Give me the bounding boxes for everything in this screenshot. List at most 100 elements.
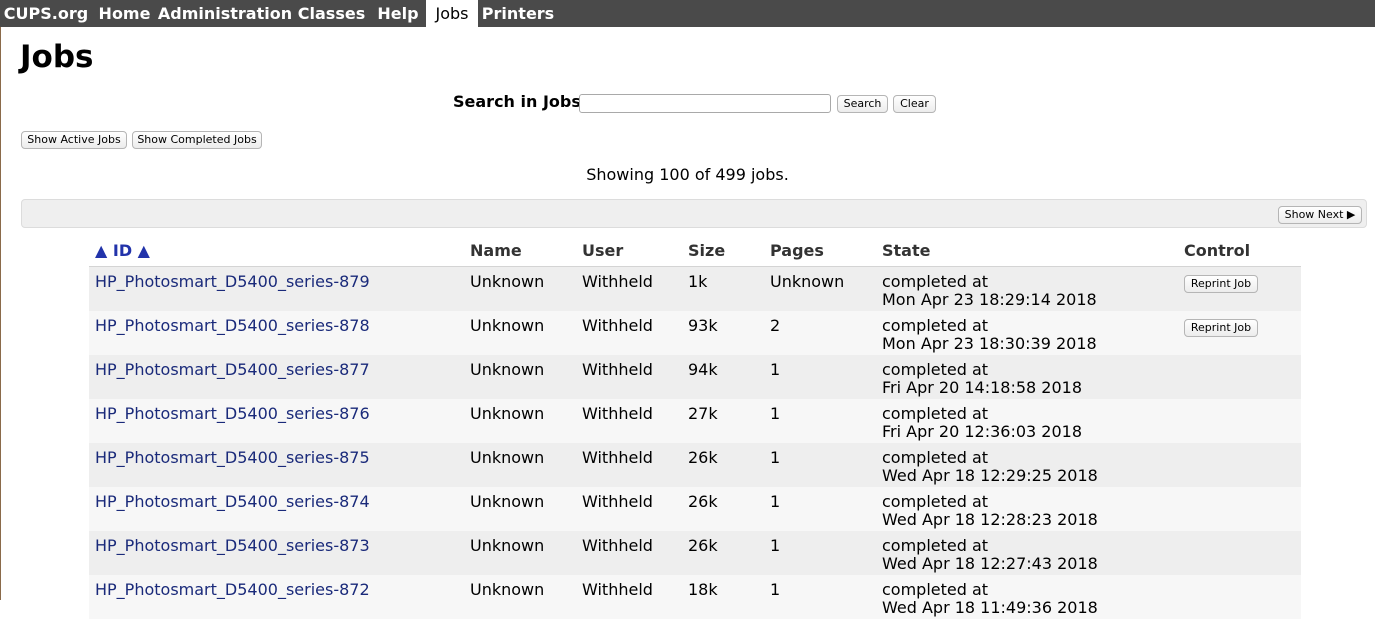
- job-user-cell: Withheld: [576, 311, 682, 355]
- job-state-time: Fri Apr 20 12:36:03 2018: [882, 422, 1083, 441]
- job-size-cell: 27k: [682, 399, 764, 443]
- job-name-cell: Unknown: [464, 266, 576, 311]
- job-id-link[interactable]: HP_Photosmart_D5400_series-872: [95, 580, 370, 599]
- nav-help[interactable]: Help: [370, 0, 426, 27]
- search-label: Search in Jobs:: [453, 92, 588, 111]
- job-state-label: completed at: [882, 404, 989, 423]
- job-state-time: Mon Apr 23 18:29:14 2018: [882, 290, 1097, 309]
- show-next-button[interactable]: Show Next ▶: [1278, 206, 1362, 224]
- job-state-cell: completed at Fri Apr 20 12:36:03 2018: [876, 399, 1178, 443]
- job-user-cell: Withheld: [576, 443, 682, 487]
- job-state-time: Fri Apr 20 14:18:58 2018: [882, 378, 1083, 397]
- job-state-time: Wed Apr 18 11:49:36 2018: [882, 598, 1098, 617]
- table-row: HP_Photosmart_D5400_series-873 Unknown W…: [89, 531, 1301, 575]
- nav-classes[interactable]: Classes: [293, 0, 370, 27]
- nav-jobs[interactable]: Jobs: [426, 0, 478, 27]
- job-control-cell: [1178, 355, 1301, 399]
- job-state-time: Mon Apr 23 18:30:39 2018: [882, 334, 1097, 353]
- job-state-label: completed at: [882, 492, 989, 511]
- job-pages-cell: Unknown: [764, 266, 876, 311]
- job-name-cell: Unknown: [464, 531, 576, 575]
- job-name-cell: Unknown: [464, 399, 576, 443]
- column-header-state: State: [876, 238, 1178, 267]
- job-id-cell: HP_Photosmart_D5400_series-876: [89, 399, 464, 443]
- job-id-link[interactable]: HP_Photosmart_D5400_series-876: [95, 404, 370, 423]
- nav-cups-org[interactable]: CUPS.org: [0, 0, 92, 27]
- nav-home[interactable]: Home: [92, 0, 157, 27]
- search-input[interactable]: [579, 94, 831, 113]
- job-state-label: completed at: [882, 316, 989, 335]
- job-name-cell: Unknown: [464, 443, 576, 487]
- column-header-user: User: [576, 238, 682, 267]
- job-state-time: Wed Apr 18 12:29:25 2018: [882, 466, 1098, 485]
- job-size-cell: 94k: [682, 355, 764, 399]
- job-size-cell: 1k: [682, 266, 764, 311]
- nav-printers[interactable]: Printers: [478, 0, 558, 27]
- top-nav-bar: CUPS.org Home Administration Classes Hel…: [0, 0, 1375, 27]
- job-pages-cell: 1: [764, 443, 876, 487]
- job-state-cell: completed at Wed Apr 18 12:29:25 2018: [876, 443, 1178, 487]
- job-id-link[interactable]: HP_Photosmart_D5400_series-873: [95, 536, 370, 555]
- job-state-cell: completed at Mon Apr 23 18:29:14 2018: [876, 266, 1178, 311]
- job-size-cell: 93k: [682, 311, 764, 355]
- job-state-label: completed at: [882, 448, 989, 467]
- clear-button[interactable]: Clear: [893, 95, 936, 113]
- search-button[interactable]: Search: [837, 95, 888, 113]
- job-state-label: completed at: [882, 272, 989, 291]
- job-size-cell: 18k: [682, 575, 764, 619]
- column-header-name: Name: [464, 238, 576, 267]
- job-id-link[interactable]: HP_Photosmart_D5400_series-875: [95, 448, 370, 467]
- page-title: Jobs: [20, 39, 94, 75]
- job-pages-cell: 1: [764, 575, 876, 619]
- table-row: HP_Photosmart_D5400_series-872 Unknown W…: [89, 575, 1301, 619]
- job-id-cell: HP_Photosmart_D5400_series-878: [89, 311, 464, 355]
- job-pages-cell: 1: [764, 399, 876, 443]
- job-user-cell: Withheld: [576, 575, 682, 619]
- show-active-jobs-button[interactable]: Show Active Jobs: [21, 131, 127, 149]
- table-row: HP_Photosmart_D5400_series-874 Unknown W…: [89, 487, 1301, 531]
- table-row: HP_Photosmart_D5400_series-878 Unknown W…: [89, 311, 1301, 355]
- job-control-cell: Reprint Job: [1178, 311, 1301, 355]
- job-id-link[interactable]: HP_Photosmart_D5400_series-879: [95, 272, 370, 291]
- column-header-size: Size: [682, 238, 764, 267]
- job-state-time: Wed Apr 18 12:28:23 2018: [882, 510, 1098, 529]
- job-id-cell: HP_Photosmart_D5400_series-879: [89, 266, 464, 311]
- job-state-cell: completed at Fri Apr 20 14:18:58 2018: [876, 355, 1178, 399]
- reprint-job-button[interactable]: Reprint Job: [1184, 275, 1258, 293]
- job-control-cell: [1178, 399, 1301, 443]
- reprint-job-button[interactable]: Reprint Job: [1184, 319, 1258, 337]
- job-name-cell: Unknown: [464, 487, 576, 531]
- job-size-cell: 26k: [682, 487, 764, 531]
- job-state-cell: completed at Mon Apr 23 18:30:39 2018: [876, 311, 1178, 355]
- job-state-label: completed at: [882, 580, 989, 599]
- job-id-link[interactable]: HP_Photosmart_D5400_series-877: [95, 360, 370, 379]
- job-pages-cell: 1: [764, 355, 876, 399]
- jobs-count-summary: Showing 100 of 499 jobs.: [586, 165, 789, 184]
- job-pages-cell: 2: [764, 311, 876, 355]
- table-row: HP_Photosmart_D5400_series-876 Unknown W…: [89, 399, 1301, 443]
- job-name-cell: Unknown: [464, 575, 576, 619]
- job-user-cell: Withheld: [576, 487, 682, 531]
- job-control-cell: Reprint Job: [1178, 266, 1301, 311]
- job-id-cell: HP_Photosmart_D5400_series-877: [89, 355, 464, 399]
- job-id-cell: HP_Photosmart_D5400_series-874: [89, 487, 464, 531]
- job-pages-cell: 1: [764, 531, 876, 575]
- job-id-link[interactable]: HP_Photosmart_D5400_series-874: [95, 492, 370, 511]
- window-left-edge: [0, 0, 1, 600]
- job-control-cell: [1178, 443, 1301, 487]
- table-row: HP_Photosmart_D5400_series-875 Unknown W…: [89, 443, 1301, 487]
- job-state-label: completed at: [882, 360, 989, 379]
- job-name-cell: Unknown: [464, 355, 576, 399]
- column-header-pages: Pages: [764, 238, 876, 267]
- job-id-link[interactable]: HP_Photosmart_D5400_series-878: [95, 316, 370, 335]
- show-completed-jobs-button[interactable]: Show Completed Jobs: [132, 131, 262, 149]
- nav-administration[interactable]: Administration: [157, 0, 293, 27]
- job-size-cell: 26k: [682, 443, 764, 487]
- table-row: HP_Photosmart_D5400_series-879 Unknown W…: [89, 266, 1301, 311]
- column-header-id[interactable]: ▲ ID ▲: [89, 238, 464, 267]
- job-state-cell: completed at Wed Apr 18 12:27:43 2018: [876, 531, 1178, 575]
- job-user-cell: Withheld: [576, 266, 682, 311]
- job-control-cell: [1178, 575, 1301, 619]
- pager-bar: Show Next ▶: [21, 199, 1367, 228]
- job-pages-cell: 1: [764, 487, 876, 531]
